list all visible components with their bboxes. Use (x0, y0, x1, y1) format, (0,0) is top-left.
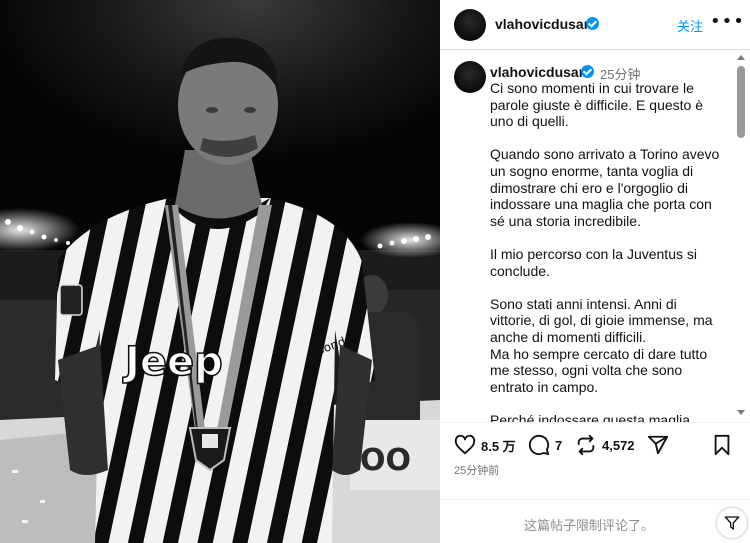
post-header: vlahovicdusan 关注 ••• (440, 0, 750, 50)
verified-badge-icon (581, 65, 594, 78)
caption-paragraph: Il mio percorso con la Juventus si concl… (490, 245, 697, 279)
comments-section[interactable]: vlahovicdusan 25分钟 Ci sono momenti in cu… (440, 51, 750, 423)
filter-button[interactable] (717, 508, 747, 538)
bookmark-icon (714, 434, 730, 456)
scroll-down-arrow-icon[interactable] (737, 410, 745, 415)
author-username[interactable]: vlahovicdusan (495, 16, 592, 32)
scroll-up-arrow-icon[interactable] (737, 55, 745, 60)
comment-button[interactable]: 7 (528, 434, 562, 456)
filter-icon (724, 516, 740, 530)
caption-paragraph: Perché indossare questa maglia (490, 411, 691, 423)
repost-count[interactable]: 4,572 (602, 438, 635, 453)
like-count[interactable]: 8.5 万 (481, 436, 516, 455)
comment-icon (528, 434, 550, 456)
player-illustration: OO Jeep Sonda (0, 37, 440, 543)
caption-paragraph: Quando sono arrivato a Torino avevo un s… (490, 146, 720, 229)
comment-count[interactable]: 7 (555, 438, 562, 453)
post-photo[interactable]: OO Jeep Sonda (0, 0, 440, 543)
post-timestamp[interactable]: 25分钟前 (454, 462, 499, 478)
caption-paragraph: Ci sono momenti in cui trovare le parole… (490, 80, 703, 130)
like-button[interactable]: 8.5 万 (454, 434, 516, 456)
caption-text: Ci sono momenti in cui trovare le parole… (490, 80, 722, 423)
author-avatar[interactable] (454, 9, 486, 41)
caption-username[interactable]: vlahovicdusan (490, 64, 587, 80)
action-bar: 8.5 万 7 4,572 (440, 424, 750, 464)
caption-avatar[interactable] (454, 61, 486, 93)
share-button[interactable] (647, 434, 669, 456)
comments-limited-notice: 这篇帖子限制评论了。 (524, 518, 655, 533)
svg-text:OO: OO (360, 443, 411, 478)
scrollbar-thumb[interactable] (737, 66, 745, 138)
verified-badge-icon (586, 17, 599, 30)
repost-icon (577, 434, 595, 456)
scrollbar[interactable] (735, 51, 747, 422)
repost-button[interactable]: 4,572 (575, 434, 635, 456)
heart-icon (454, 434, 476, 455)
save-button[interactable] (712, 434, 732, 456)
svg-text:Jeep: Jeep (122, 339, 223, 385)
share-icon (647, 435, 669, 455)
caption-paragraph: Sono stati anni intensi. Anni di vittori… (490, 295, 713, 395)
comment-limit-bar: 这篇帖子限制评论了。 (440, 499, 750, 543)
more-icon[interactable]: ••• (710, 13, 745, 31)
post-side-panel: vlahovicdusan 关注 ••• vlahovicdusan 25分钟 … (440, 0, 750, 543)
follow-button[interactable]: 关注 (677, 16, 703, 35)
